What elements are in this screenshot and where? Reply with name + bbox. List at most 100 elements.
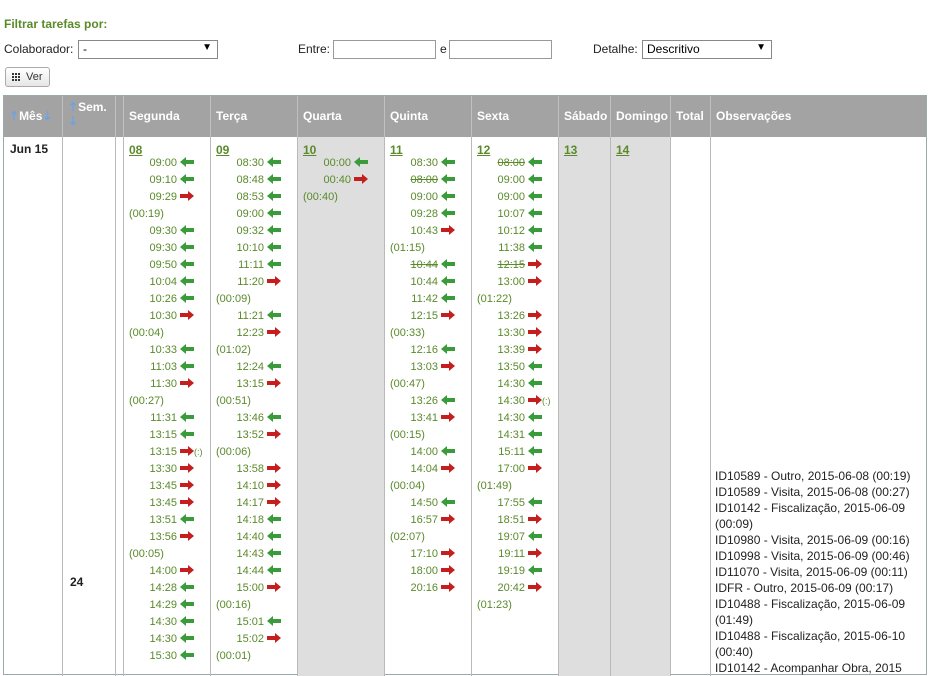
time-entry[interactable]: 09:30	[131, 242, 194, 259]
time-entry[interactable]: 10:30	[131, 310, 194, 327]
colaborador-select[interactable]: - ▼	[78, 40, 218, 59]
time-entry[interactable]: 13:00	[479, 276, 542, 293]
time-entry[interactable]: 14:17	[218, 497, 281, 514]
time-entry[interactable]: 12:23	[218, 327, 281, 344]
time-entry[interactable]: 14:28	[131, 582, 194, 599]
time-entry[interactable]: 09:29	[131, 191, 194, 208]
time-entry[interactable]: 14:30	[479, 412, 542, 429]
time-entry[interactable]: 19:07	[479, 531, 542, 548]
detalhe-select[interactable]: Descritivo ▼	[642, 40, 772, 59]
sort-up-icon[interactable]: ⇡	[9, 109, 19, 123]
time-entry[interactable]: 13:58	[218, 463, 281, 480]
time-entry[interactable]: 00:00	[305, 157, 368, 174]
time-entry[interactable]: 12:15	[479, 259, 542, 276]
time-entry[interactable]: 09:28	[392, 208, 455, 225]
time-entry[interactable]: 13:26	[479, 310, 542, 327]
time-entry[interactable]: 08:30	[392, 157, 455, 174]
day-link[interactable]: 12	[477, 143, 490, 157]
time-entry[interactable]: 11:03	[131, 361, 194, 378]
time-entry[interactable]: 13:56	[131, 531, 194, 548]
time-entry[interactable]: 14:00	[392, 446, 455, 463]
time-entry[interactable]: 16:57	[392, 514, 455, 531]
day-link[interactable]: 09	[216, 143, 229, 157]
time-entry[interactable]: 15:11	[479, 446, 542, 463]
sort-down-icon[interactable]: ⇣	[42, 109, 52, 123]
time-entry[interactable]: 12:16	[392, 344, 455, 361]
time-entry[interactable]: 13:52	[218, 429, 281, 446]
time-entry[interactable]: 13:03	[392, 361, 455, 378]
time-entry[interactable]: 10:04	[131, 276, 194, 293]
day-link[interactable]: 14	[616, 143, 629, 157]
day-link[interactable]: 08	[129, 143, 142, 157]
day-link[interactable]: 10	[303, 143, 316, 157]
time-entry[interactable]: 11:42	[392, 293, 455, 310]
time-entry[interactable]: 11:30	[131, 378, 194, 395]
time-entry[interactable]: 10:12	[479, 225, 542, 242]
time-entry[interactable]: 09:00	[218, 208, 281, 225]
time-entry[interactable]: 08:00	[392, 174, 455, 191]
time-entry[interactable]: 08:00	[479, 157, 542, 174]
time-entry[interactable]: 17:00	[479, 463, 542, 480]
time-entry[interactable]: 14:29	[131, 599, 194, 616]
time-entry[interactable]: 14:43	[218, 548, 281, 565]
time-entry[interactable]: 11:21	[218, 310, 281, 327]
time-entry[interactable]: 14:10	[218, 480, 281, 497]
date-from-input[interactable]	[333, 40, 436, 59]
time-entry[interactable]: 13:51	[131, 514, 194, 531]
time-entry[interactable]: 14:04	[392, 463, 455, 480]
time-entry[interactable]: 10:10	[218, 242, 281, 259]
time-entry[interactable]: 19:19	[479, 565, 542, 582]
time-entry[interactable]: 15:02	[218, 633, 281, 650]
ver-button[interactable]: Ver	[5, 67, 50, 87]
time-entry[interactable]: 10:26	[131, 293, 194, 310]
day-link[interactable]: 11	[390, 143, 403, 157]
time-entry[interactable]: 17:55	[479, 497, 542, 514]
date-to-input[interactable]	[449, 40, 552, 59]
header-mes[interactable]: ⇡Mês⇣	[4, 96, 63, 137]
time-entry[interactable]: 00:40	[305, 174, 368, 191]
time-entry[interactable]: 13:30	[479, 327, 542, 344]
time-entry[interactable]: 12:15	[392, 310, 455, 327]
time-entry[interactable]: 15:00	[218, 582, 281, 599]
time-entry[interactable]: 10:33	[131, 344, 194, 361]
time-entry[interactable]: 09:00	[131, 157, 194, 174]
time-entry[interactable]: 17:10	[392, 548, 455, 565]
time-entry[interactable]: 14:00	[131, 565, 194, 582]
time-entry[interactable]: 09:32	[218, 225, 281, 242]
time-entry[interactable]: 11:31	[131, 412, 194, 429]
time-entry[interactable]: 18:51	[479, 514, 542, 531]
time-entry[interactable]: 08:30	[218, 157, 281, 174]
time-entry[interactable]: 08:53	[218, 191, 281, 208]
time-entry[interactable]: 20:42	[479, 582, 542, 599]
time-entry[interactable]: 11:38	[479, 242, 542, 259]
time-entry[interactable]: 13:46	[218, 412, 281, 429]
time-entry[interactable]: 14:44	[218, 565, 281, 582]
time-entry[interactable]: 13:50	[479, 361, 542, 378]
time-entry[interactable]: 08:48	[218, 174, 281, 191]
time-entry[interactable]: 15:30	[131, 650, 194, 667]
time-entry[interactable]: 14:40	[218, 531, 281, 548]
time-entry[interactable]: 14:30	[131, 616, 194, 633]
time-entry[interactable]: 13:45	[131, 497, 194, 514]
time-entry[interactable]: 13:15	[218, 378, 281, 395]
time-entry[interactable]: 13:30	[131, 463, 194, 480]
time-entry[interactable]: 09:10	[131, 174, 194, 191]
time-entry[interactable]: 18:00	[392, 565, 455, 582]
sort-up-icon[interactable]: ⇡	[68, 100, 78, 114]
time-entry[interactable]: 13:15	[131, 429, 194, 446]
time-entry[interactable]: 10:44	[392, 259, 455, 276]
day-link[interactable]: 13	[564, 143, 577, 157]
time-entry[interactable]: 13:26	[392, 395, 455, 412]
time-entry[interactable]: 10:07	[479, 208, 542, 225]
time-entry[interactable]: 09:00	[392, 191, 455, 208]
time-entry[interactable]: 09:50	[131, 259, 194, 276]
time-entry[interactable]: 14:30	[479, 378, 542, 395]
time-entry[interactable]: 11:11	[218, 259, 281, 276]
time-entry[interactable]: 10:44	[392, 276, 455, 293]
time-entry[interactable]: 14:50	[392, 497, 455, 514]
time-entry[interactable]: 15:01	[218, 616, 281, 633]
time-entry[interactable]: 14:30	[131, 633, 194, 650]
time-entry[interactable]: 20:16	[392, 582, 455, 599]
time-entry[interactable]: 14:30 (:)	[479, 395, 551, 412]
time-entry[interactable]: 19:11	[479, 548, 542, 565]
